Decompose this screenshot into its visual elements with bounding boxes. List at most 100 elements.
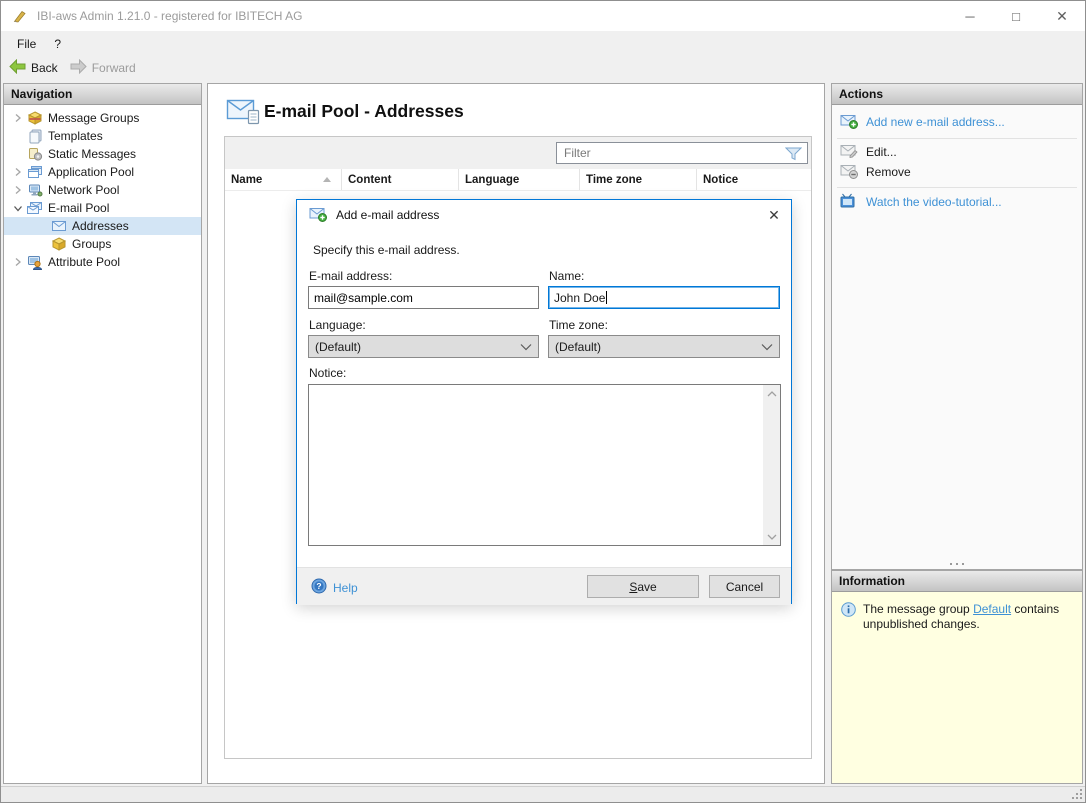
actions-header: Actions: [832, 84, 1082, 105]
timezone-select[interactable]: (Default): [548, 335, 780, 358]
notice-textarea[interactable]: [309, 385, 763, 545]
close-button[interactable]: ✕: [1039, 1, 1085, 31]
envelope-remove-icon: [840, 163, 858, 182]
sidebar-item-network-pool[interactable]: Network Pool: [4, 181, 201, 199]
app-window: IBI-aws Admin 1.21.0 - registered for IB…: [0, 0, 1086, 803]
menu-help[interactable]: ?: [45, 31, 70, 56]
package-icon: [50, 236, 67, 252]
column-header-content[interactable]: Content: [342, 169, 459, 190]
envelope-edit-icon: [840, 143, 858, 162]
help-link[interactable]: ? Help: [311, 578, 358, 597]
add-email-address-action[interactable]: Add new e-mail address...: [840, 112, 1005, 132]
back-button[interactable]: Back: [3, 57, 64, 79]
envelope-icon: [50, 218, 67, 234]
text-caret: [606, 291, 608, 304]
actions-panel: Actions Add new e-mail address... Edit..…: [831, 83, 1083, 570]
scroll-up-icon[interactable]: [763, 385, 780, 402]
dialog-footer: ? Help Save Cancel: [297, 567, 791, 605]
forward-arrow-icon: [70, 58, 87, 77]
sidebar-item-attribute-pool[interactable]: Attribute Pool: [4, 253, 201, 271]
attribute-pool-icon: [26, 254, 43, 270]
application-pool-icon: [26, 164, 43, 180]
edit-action[interactable]: Edit...: [840, 142, 897, 162]
static-messages-icon: [26, 146, 43, 162]
forward-button[interactable]: Forward: [64, 57, 142, 79]
app-icon: [12, 8, 28, 24]
column-header-timezone[interactable]: Time zone: [580, 169, 697, 190]
actions-separator: [837, 138, 1077, 139]
name-field[interactable]: John Doe: [548, 286, 780, 309]
package-icon: [26, 110, 43, 126]
sidebar-item-addresses[interactable]: Addresses: [4, 217, 201, 235]
resize-grip[interactable]: [1072, 789, 1082, 799]
forward-label: Forward: [91, 60, 136, 75]
column-header-language[interactable]: Language: [459, 169, 580, 190]
sidebar-item-message-groups[interactable]: Message Groups: [4, 109, 201, 127]
email-address-field[interactable]: [308, 286, 539, 309]
statusbar: [1, 786, 1085, 802]
information-message: The message group Default contains unpub…: [863, 602, 1060, 631]
information-header: Information: [832, 571, 1082, 592]
name-label: Name:: [549, 269, 585, 283]
chevron-down-icon[interactable]: [10, 200, 26, 216]
language-select[interactable]: (Default): [308, 335, 539, 358]
back-label: Back: [31, 60, 58, 75]
filter-funnel-icon[interactable]: [784, 147, 803, 164]
default-message-group-link[interactable]: Default: [973, 602, 1011, 616]
dialog-close-button[interactable]: ✕: [757, 200, 791, 230]
chevron-down-icon: [520, 340, 532, 354]
envelope-add-icon: [840, 113, 858, 132]
chevron-right-icon[interactable]: [10, 164, 26, 180]
scrollbar[interactable]: [763, 385, 780, 545]
sort-ascending-icon: [323, 177, 331, 182]
add-email-address-dialog: Add e-mail address ✕ Specify this e-mail…: [296, 199, 792, 605]
email-pool-icon: [26, 200, 43, 216]
help-icon: ?: [311, 578, 327, 597]
notice-label: Notice:: [309, 366, 347, 380]
network-pool-icon: [26, 182, 43, 198]
column-header-notice[interactable]: Notice: [697, 169, 811, 190]
chevron-right-icon[interactable]: [10, 182, 26, 198]
sidebar-item-application-pool[interactable]: Application Pool: [4, 163, 201, 181]
dialog-description: Specify this e-mail address.: [313, 243, 460, 257]
notice-field: [308, 384, 781, 546]
language-label: Language:: [309, 318, 366, 332]
save-button[interactable]: Save: [587, 575, 699, 598]
toolbar: Back Forward: [1, 56, 1085, 79]
scroll-down-icon[interactable]: [763, 528, 780, 545]
table-header-row: Name Content Language Time zone Notice: [225, 169, 811, 191]
filter-bar: [225, 137, 811, 169]
panel-splitter-handle[interactable]: [950, 563, 964, 566]
chevron-right-icon[interactable]: [10, 110, 26, 126]
timezone-label: Time zone:: [549, 318, 608, 332]
column-header-name[interactable]: Name: [225, 169, 342, 190]
templates-icon: [26, 128, 43, 144]
sidebar-item-static-messages[interactable]: Static Messages: [4, 145, 201, 163]
filter-field: [556, 142, 808, 164]
sidebar-item-groups[interactable]: Groups: [4, 235, 201, 253]
envelope-add-icon: [309, 206, 327, 225]
sidebar-item-templates[interactable]: Templates: [4, 127, 201, 145]
information-body: The message group Default contains unpub…: [832, 592, 1082, 783]
navigation-panel: Navigation Message Groups Templates Stat…: [3, 83, 202, 784]
tv-icon: [840, 193, 858, 212]
dialog-title: Add e-mail address: [336, 208, 440, 222]
remove-action[interactable]: Remove: [840, 162, 911, 182]
svg-text:?: ?: [316, 581, 321, 591]
watch-video-tutorial-action[interactable]: Watch the video-tutorial...: [840, 192, 1002, 212]
page-title: E-mail Pool - Addresses: [264, 101, 464, 121]
actions-separator: [837, 187, 1077, 188]
minimize-button[interactable]: ─: [947, 1, 993, 31]
cancel-button[interactable]: Cancel: [709, 575, 780, 598]
filter-input[interactable]: [557, 143, 807, 163]
menu-file[interactable]: File: [8, 31, 45, 56]
info-icon: [841, 602, 856, 620]
chevron-right-icon[interactable]: [10, 254, 26, 270]
navigation-tree: Message Groups Templates Static Messages: [4, 105, 201, 271]
maximize-button[interactable]: □: [993, 1, 1039, 31]
information-panel: Information The message group Default co…: [831, 570, 1083, 784]
sidebar-item-email-pool[interactable]: E-mail Pool: [4, 199, 201, 217]
dialog-titlebar: Add e-mail address ✕: [297, 200, 791, 230]
email-addresses-icon: [226, 96, 262, 129]
actions-body: Add new e-mail address... Edit... Remove: [832, 105, 1082, 569]
